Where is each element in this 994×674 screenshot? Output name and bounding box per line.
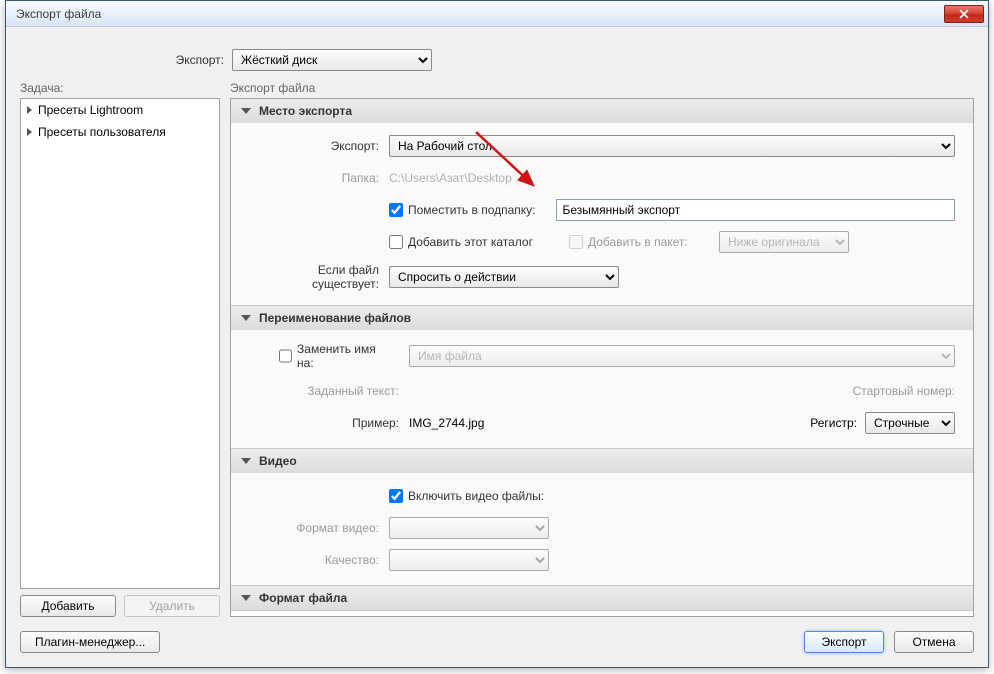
export-to-select[interactable]: Жёсткий диск — [232, 49, 432, 71]
video-format-label: Формат видео: — [249, 521, 389, 535]
subfolder-checkbox[interactable]: Поместить в подпапку: — [389, 203, 536, 217]
rename-checkbox-input[interactable] — [279, 349, 292, 363]
section-title: Формат файла — [259, 591, 347, 605]
rename-template-select: Имя файла — [409, 345, 955, 367]
include-video-checkbox[interactable]: Включить видео файлы: — [389, 489, 544, 503]
titlebar[interactable]: Экспорт файла — [6, 1, 988, 27]
settings-scroll[interactable]: Место экспорта Экспорт: На Рабочий стол … — [230, 98, 974, 617]
section-file-format: Формат файла — [231, 586, 973, 611]
section-title: Переименование файлов — [259, 311, 411, 325]
video-format-select — [389, 517, 549, 539]
right-header: Экспорт файла — [230, 81, 974, 95]
triangle-down-icon — [241, 595, 251, 601]
add-preset-button[interactable]: Добавить — [20, 595, 116, 617]
section-title: Место экспорта — [259, 104, 352, 118]
section-file-renaming: Переименование файлов Заменить имя на: — [231, 306, 973, 449]
add-catalog-checkbox[interactable]: Добавить этот каталог — [389, 235, 569, 249]
subfolder-name-input[interactable] — [556, 199, 955, 221]
folder-path: C:\Users\Азат\Desktop — [389, 171, 512, 185]
section-video: Видео Включить видео файлы: — [231, 449, 973, 586]
subfolder-checkbox-input[interactable] — [389, 203, 403, 217]
section-header-renaming[interactable]: Переименование файлов — [231, 306, 973, 330]
example-label: Пример: — [249, 416, 409, 430]
export-dialog: Экспорт файла Экспорт: Жёсткий диск Зада… — [5, 0, 989, 668]
triangle-right-icon — [27, 106, 32, 114]
case-label: Регистр: — [810, 416, 865, 430]
file-exists-select[interactable]: Спросить о действии — [389, 266, 619, 288]
window-title: Экспорт файла — [16, 7, 944, 21]
export-to-label: Экспорт: — [20, 53, 232, 67]
section-header-location[interactable]: Место экспорта — [231, 99, 973, 123]
add-stack-checkbox: Добавить в пакет: — [569, 235, 719, 249]
triangle-right-icon — [27, 128, 32, 136]
task-label: Задача: — [20, 81, 220, 95]
custom-text-label: Заданный текст: — [249, 384, 409, 398]
close-icon — [959, 9, 969, 19]
add-catalog-checkbox-input[interactable] — [389, 235, 403, 249]
preset-label: Пресеты Lightroom — [38, 103, 143, 117]
start-number-label: Стартовый номер: — [853, 384, 955, 398]
triangle-down-icon — [241, 458, 251, 464]
section-export-location: Место экспорта Экспорт: На Рабочий стол … — [231, 99, 973, 306]
file-exists-label: Если файл существует: — [249, 263, 389, 291]
folder-label: Папка: — [249, 171, 389, 185]
export-destination-select[interactable]: На Рабочий стол — [389, 135, 955, 157]
remove-preset-button: Удалить — [124, 595, 220, 617]
section-title: Видео — [259, 454, 297, 468]
preset-label: Пресеты пользователя — [38, 125, 166, 139]
triangle-down-icon — [241, 315, 251, 321]
preset-list[interactable]: Пресеты Lightroom Пресеты пользователя — [20, 98, 220, 589]
close-button[interactable] — [944, 5, 984, 23]
export-label: Экспорт: — [249, 139, 389, 153]
section-header-video[interactable]: Видео — [231, 449, 973, 473]
cancel-button[interactable]: Отмена — [894, 631, 974, 653]
plugin-manager-button[interactable]: Плагин-менеджер... — [20, 631, 160, 653]
add-stack-checkbox-input — [569, 235, 583, 249]
stack-position-select: Ниже оригинала — [719, 231, 849, 253]
section-header-format[interactable]: Формат файла — [231, 586, 973, 610]
example-value: IMG_2744.jpg — [409, 416, 484, 430]
triangle-down-icon — [241, 108, 251, 114]
rename-checkbox[interactable]: Заменить имя на: — [279, 342, 389, 370]
preset-group-user[interactable]: Пресеты пользователя — [21, 121, 219, 143]
case-select[interactable]: Строчные — [865, 412, 955, 434]
preset-group-lightroom[interactable]: Пресеты Lightroom — [21, 99, 219, 121]
include-video-checkbox-input[interactable] — [389, 489, 403, 503]
export-button[interactable]: Экспорт — [804, 631, 884, 653]
video-quality-select — [389, 549, 549, 571]
video-quality-label: Качество: — [249, 553, 389, 567]
